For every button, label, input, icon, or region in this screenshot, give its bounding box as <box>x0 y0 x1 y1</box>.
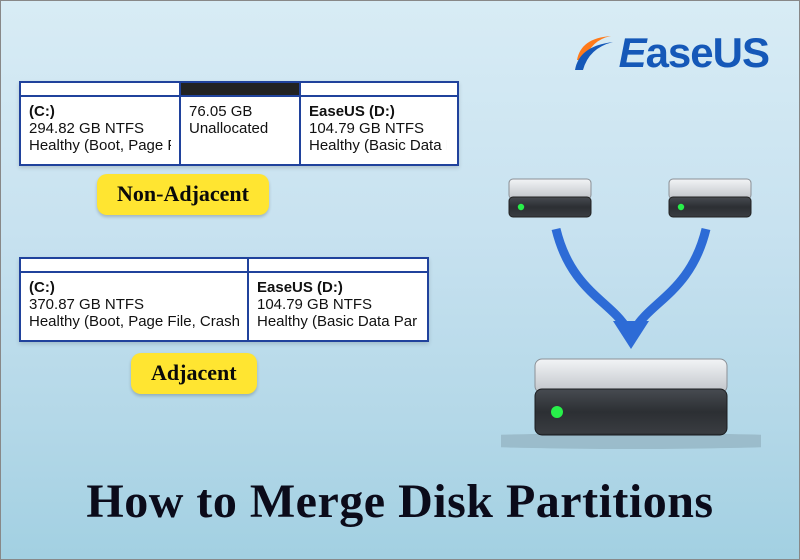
merge-arrow-icon <box>556 229 706 349</box>
header-cell <box>301 83 455 95</box>
partition-body-row: (C:) 294.82 GB NTFS Healthy (Boot, Page … <box>21 97 457 164</box>
label-adjacent: Adjacent <box>131 353 257 394</box>
brand-name: EEaseUSaseUS <box>619 29 769 77</box>
partition-cell-d: EaseUS (D:) 104.79 GB NTFS Healthy (Basi… <box>301 97 455 164</box>
partition-title: EaseUS (D:) <box>257 279 417 296</box>
merge-illustration <box>501 161 761 461</box>
partition-cell-unallocated: 76.05 GB Unallocated <box>181 97 301 164</box>
partition-size: 370.87 GB NTFS <box>29 296 239 313</box>
partition-cell-c: (C:) 370.87 GB NTFS Healthy (Boot, Page … <box>21 273 249 340</box>
partition-size: 294.82 GB NTFS <box>29 120 171 137</box>
partition-cell-c: (C:) 294.82 GB NTFS Healthy (Boot, Page … <box>21 97 181 164</box>
logo-swoosh-icon <box>571 30 617 76</box>
partition-status: Healthy (Basic Data Partition) <box>257 313 417 330</box>
partition-size: 76.05 GB <box>189 103 291 120</box>
page-title: How to Merge Disk Partitions <box>1 474 799 529</box>
partition-header-row <box>21 83 457 97</box>
header-cell <box>249 259 425 271</box>
header-cell <box>21 259 249 271</box>
partition-table-nonadjacent: (C:) 294.82 GB NTFS Healthy (Boot, Page … <box>19 81 459 166</box>
small-drive-icon <box>669 179 751 217</box>
partition-cell-d: EaseUS (D:) 104.79 GB NTFS Healthy (Basi… <box>249 273 425 340</box>
partition-size: 104.79 GB NTFS <box>257 296 417 313</box>
partition-status: Healthy (Boot, Page File, Cras <box>29 137 171 154</box>
header-cell-unallocated <box>181 83 301 95</box>
header-cell <box>21 83 181 95</box>
partition-table-adjacent: (C:) 370.87 GB NTFS Healthy (Boot, Page … <box>19 257 429 342</box>
partition-title: EaseUS (D:) <box>309 103 447 120</box>
partition-title: (C:) <box>29 103 171 120</box>
partition-title: (C:) <box>29 279 239 296</box>
label-nonadjacent: Non-Adjacent <box>97 174 269 215</box>
large-drive-icon <box>501 359 761 449</box>
partition-size: 104.79 GB NTFS <box>309 120 447 137</box>
brand-logo: EEaseUSaseUS <box>571 29 769 77</box>
partition-status: Healthy (Boot, Page File, Crash Dump, I <box>29 313 239 330</box>
partition-status: Unallocated <box>189 120 291 137</box>
partition-status: Healthy (Basic Data Partitio <box>309 137 447 154</box>
small-drive-icon <box>509 179 591 217</box>
partition-header-row <box>21 259 427 273</box>
partition-body-row: (C:) 370.87 GB NTFS Healthy (Boot, Page … <box>21 273 427 340</box>
